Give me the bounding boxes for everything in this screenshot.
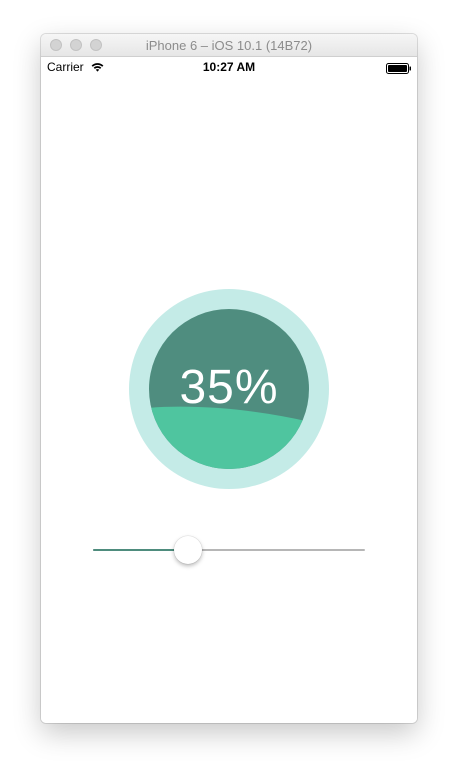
gauge-percentage-label: 35% — [179, 361, 279, 414]
window-titlebar: iPhone 6 – iOS 10.1 (14B72) — [41, 34, 417, 57]
status-time: 10:27 AM — [202, 60, 256, 74]
progress-slider[interactable] — [93, 535, 365, 565]
progress-gauge: 35% — [129, 289, 329, 489]
slider-thumb[interactable] — [174, 536, 203, 564]
battery-icon — [386, 61, 412, 74]
status-bar: Carrier 10:27 AM — [41, 57, 417, 77]
window-title: iPhone 6 – iOS 10.1 (14B72) — [145, 38, 313, 53]
device-screen: Carrier 10:27 AM 35% — [41, 57, 417, 723]
simulator-window: iPhone 6 – iOS 10.1 (14B72) Carrier 10:2… — [41, 34, 417, 723]
